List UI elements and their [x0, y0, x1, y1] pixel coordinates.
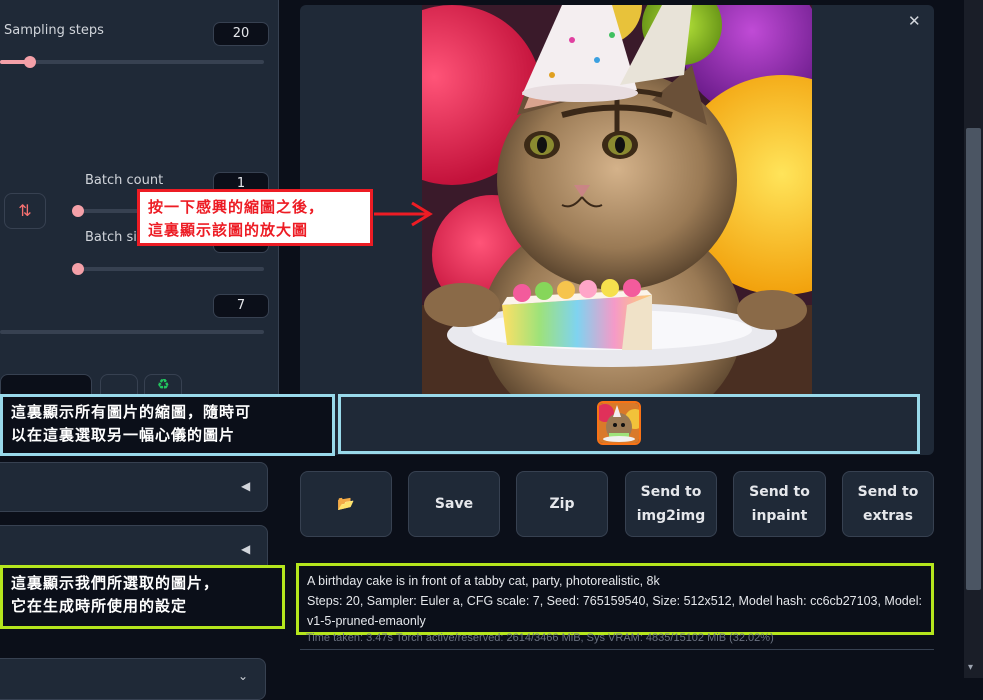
- save-button[interactable]: Save: [408, 471, 500, 537]
- zip-button[interactable]: Zip: [516, 471, 608, 537]
- accordion-section-1[interactable]: ◀: [0, 462, 268, 512]
- time-taken-text: Time taken: 3.47s Torch active/reserved:…: [306, 632, 774, 644]
- annotation-green-line2: 它在生成時所使用的設定: [11, 597, 188, 615]
- annotation-blue-line2: 以在這裏選取另一幅心儀的圖片: [11, 426, 236, 444]
- batch-count-slider-handle[interactable]: [72, 205, 84, 217]
- accordion-section-3[interactable]: ⌄: [0, 658, 266, 700]
- open-folder-button[interactable]: 📂: [300, 471, 392, 537]
- batch-count-label: Batch count: [85, 173, 164, 188]
- annotation-enlarged-image: 按一下感興的縮圖之後， 這裏顯示該圖的放大圖: [137, 189, 373, 246]
- scrollbar-thumb[interactable]: [966, 128, 981, 590]
- batch-size-slider-track[interactable]: [78, 267, 264, 271]
- collapse-left-icon: ◀: [241, 479, 251, 493]
- chevron-down-icon: ⌄: [238, 669, 249, 683]
- send-to-extras-line2: extras: [863, 508, 913, 524]
- send-to-inpaint-line1: Send to: [749, 484, 810, 500]
- annotation-green-line1: 這裏顯示我們所選取的圖片，: [11, 574, 220, 592]
- annotation-generation-settings: 這裏顯示我們所選取的圖片， 它在生成時所使用的設定: [0, 565, 285, 629]
- cfg-scale-input[interactable]: 7: [213, 294, 269, 318]
- generation-parameters: Steps: 20, Sampler: Euler a, CFG scale: …: [307, 594, 922, 628]
- send-to-extras-line1: Send to: [857, 484, 919, 500]
- recycle-icon: ♻: [157, 377, 170, 393]
- swap-vertical-icon: ⇅: [18, 201, 32, 220]
- send-to-img2img-line2: img2img: [636, 508, 706, 524]
- birthday-cat-image: [422, 5, 812, 395]
- save-label: Save: [434, 496, 474, 512]
- annotation-blue-line1: 這裏顯示所有圖片的縮圖，隨時可: [11, 403, 252, 421]
- send-to-inpaint-button[interactable]: Send to inpaint: [733, 471, 826, 537]
- divider: [300, 649, 934, 650]
- annotation-thumbnails: 這裏顯示所有圖片的縮圖，隨時可 以在這裏選取另一幅心儀的圖片: [0, 394, 335, 456]
- sampling-steps-input[interactable]: 20: [213, 22, 269, 46]
- send-to-img2img-line1: Send to: [640, 484, 702, 500]
- annotation-red-line1: 按一下感興的縮圖之後，: [148, 198, 325, 216]
- annotation-red-line2: 這裏顯示該圖的放大圖: [148, 221, 309, 239]
- swap-dimensions-button[interactable]: ⇅: [4, 193, 46, 229]
- thumbnail-strip-highlight: [338, 394, 920, 454]
- send-to-inpaint-line2: inpaint: [751, 508, 808, 524]
- zip-label: Zip: [549, 496, 575, 512]
- batch-size-slider-handle[interactable]: [72, 263, 84, 275]
- generation-prompt: A birthday cake is in front of a tabby c…: [307, 574, 660, 588]
- sampling-steps-slider-handle[interactable]: [24, 56, 36, 68]
- folder-icon: 📂: [337, 496, 355, 512]
- send-to-img2img-button[interactable]: Send to img2img: [625, 471, 717, 537]
- send-to-extras-button[interactable]: Send to extras: [842, 471, 934, 537]
- collapse-left-icon: ◀: [241, 542, 251, 556]
- scroll-down-icon[interactable]: ▾: [968, 662, 973, 673]
- annotation-arrow-icon: [374, 201, 433, 227]
- sampling-steps-label: Sampling steps: [4, 23, 104, 38]
- sampling-steps-slider-track[interactable]: [0, 60, 264, 64]
- generation-info: A birthday cake is in front of a tabby c…: [296, 563, 934, 635]
- close-preview-icon[interactable]: ✕: [908, 12, 921, 30]
- cfg-scale-slider-track[interactable]: [0, 330, 264, 334]
- enlarged-preview-image[interactable]: [422, 5, 812, 395]
